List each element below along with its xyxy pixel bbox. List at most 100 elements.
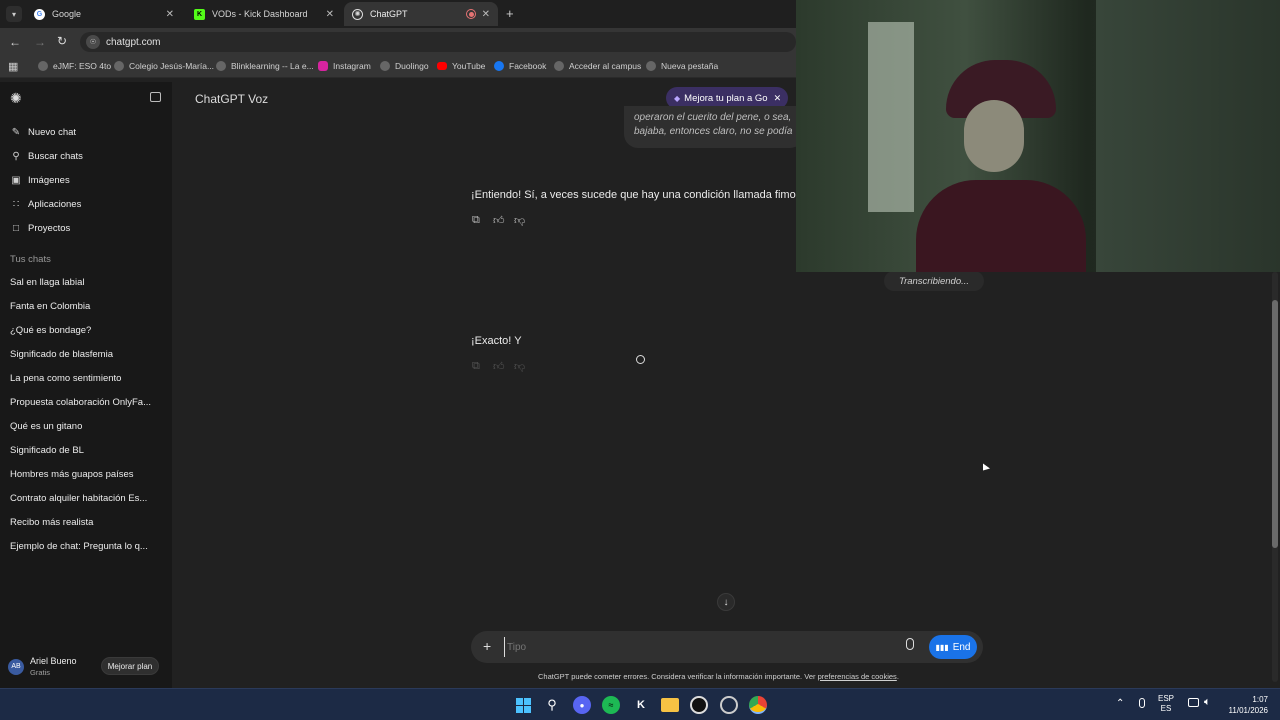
thumbs-up-icon[interactable]: 👍︎ [493,360,505,373]
waveform-icon: ▮▮▮ [935,642,949,652]
bookmark-new-tab[interactable]: Nueva pestaña [646,61,718,71]
recording-icon [466,9,476,19]
chatgpt-logo-icon[interactable]: ✺ [10,90,22,107]
clock[interactable]: 1:07 11/01/2026 [1222,694,1268,716]
windows-start-icon[interactable] [514,696,532,714]
tab-kick[interactable]: K VODs - Kick Dashboard ✕ [186,2,342,26]
spotify-icon[interactable]: ≈ [602,696,620,714]
bookmark-blinklearning[interactable]: Blinklearning -- La e... [216,61,314,71]
close-tab-icon[interactable]: ✕ [166,9,174,20]
chat-item[interactable]: Recibo más realista [10,517,93,528]
tab-title: VODs - Kick Dashboard [212,9,308,19]
close-tab-icon[interactable]: ✕ [326,9,334,20]
scrollbar-track[interactable] [1272,272,1278,682]
bookmark-duolingo[interactable]: Duolingo [380,61,429,71]
thumbs-down-icon[interactable]: 👎︎ [514,360,525,373]
site-info-icon[interactable]: ☉ [86,35,100,49]
microphone-tray-icon[interactable] [1139,698,1145,708]
tab-title: ChatGPT [370,9,408,19]
google-icon: G [34,8,45,20]
tab-google[interactable]: G Google ✕ [26,2,182,26]
bookmark-youtube[interactable]: YouTube [437,61,485,71]
tab-search-menu-icon[interactable]: ▾ [6,6,22,22]
user-message-line: operaron el cuerito del pene, o sea, [634,112,792,123]
assistant-message: ¡Entiendo! Sí, a veces sucede que hay un… [471,189,821,201]
chat-item[interactable]: La pena como sentimiento [10,373,121,384]
toggle-sidebar-icon[interactable] [150,92,161,102]
scrollbar-thumb[interactable] [1272,300,1278,548]
person-silhouette [916,60,1086,272]
chat-item[interactable]: Sal en llaga labial [10,277,84,288]
apps-grid-icon[interactable]: ▦ [8,60,18,73]
globe-icon [38,61,48,71]
sidebar-item-projects[interactable]: □ Proyectos [10,223,70,234]
search-icon: ⚲ [12,151,20,162]
copy-icon[interactable]: ⧉ [472,214,480,227]
chrome-icon[interactable] [749,696,767,714]
copy-icon[interactable]: ⧉ [472,360,480,373]
url-text: chatgpt.com [106,36,161,48]
body [916,180,1086,272]
chat-item[interactable]: Propuesta colaboración OnlyFa... [10,397,151,408]
recording-app-icon[interactable] [720,696,738,714]
volume-icon[interactable]: 🔈︎ [1204,696,1211,709]
search-icon[interactable]: ⚲ [543,696,561,714]
file-explorer-icon[interactable] [661,698,679,712]
forward-icon[interactable]: → [34,35,46,49]
message-input[interactable] [504,637,884,657]
user-message-line: bajaba, entonces claro, no se podía [634,126,793,137]
chat-item[interactable]: Hombres más guapos países [10,469,134,480]
reload-icon[interactable]: ↻ [57,34,67,48]
bookmark-ejmf[interactable]: eJMF: ESO 4to [38,61,111,71]
chat-item[interactable]: Significado de BL [10,445,84,456]
bookmark-colegio[interactable]: Colegio Jesús-María... [114,61,214,71]
globe-icon [646,61,656,71]
thumbs-down-icon[interactable]: 👎︎ [514,214,525,227]
microphone-icon[interactable] [906,638,914,650]
discord-icon[interactable]: ● [573,696,591,714]
kick-app-icon[interactable]: K [632,696,650,714]
tab-chatgpt[interactable]: ✺ ChatGPT ✕ [344,2,498,26]
sidebar-item-images[interactable]: ▣ Imágenes [10,175,69,186]
composer: + ▮▮▮ End [471,631,983,663]
bookmark-facebook[interactable]: Facebook [494,61,546,71]
sparkle-icon: ◆ [674,93,681,103]
language-indicator[interactable]: ESP ES [1158,694,1174,714]
chat-item[interactable]: Contrato alquiler habitación Es... [10,493,147,504]
close-tab-icon[interactable]: ✕ [482,9,490,20]
folder-icon: □ [12,223,20,234]
add-attachment-icon[interactable]: + [483,638,491,654]
chat-item[interactable]: Fanta en Colombia [10,301,90,312]
obs-icon[interactable] [690,696,708,714]
back-icon[interactable]: ← [9,35,21,49]
edit-icon: ✎ [11,127,21,138]
sidebar-item-new-chat[interactable]: ✎ Nuevo chat [10,127,76,138]
sidebar-item-apps[interactable]: ∷ Aplicaciones [10,199,82,210]
chat-item[interactable]: Significado de blasfemia [10,349,113,360]
chat-item[interactable]: Qué es un gitano [10,421,82,432]
cookie-preferences-link[interactable]: preferencias de cookies [818,672,897,681]
sidebar-item-search[interactable]: ⚲ Buscar chats [10,151,83,162]
assistant-message: ¡Exacto! Y [471,335,522,347]
new-tab-button[interactable]: + [506,6,514,21]
upgrade-plan-button[interactable]: Mejorar plan [101,657,159,675]
cabinet [1096,0,1280,272]
network-icon[interactable] [1188,698,1199,707]
chatgpt-icon: ✺ [352,8,363,20]
url-field[interactable]: ☉ chatgpt.com [80,32,796,52]
scroll-down-button[interactable]: ↓ [717,593,735,611]
chat-item[interactable]: ¿Qué es bondage? [10,325,91,336]
bookmark-campus[interactable]: Acceder al campus [554,61,641,71]
bookmark-instagram[interactable]: Instagram [318,61,371,71]
webcam-overlay [796,0,1280,272]
kick-icon: K [194,8,205,20]
user-profile[interactable]: AB Ariel Bueno Gratis [8,656,77,677]
chat-item[interactable]: Ejemplo de chat: Pregunta lo q... [10,541,148,552]
thumbs-up-icon[interactable]: 👍︎ [493,214,505,227]
show-hidden-icons-icon[interactable]: ⌃ [1116,698,1124,709]
taskbar: ⚲ ● ≈ K ⌃ ESP ES 🔈︎ 1:07 11/01/2026 [0,688,1280,720]
close-icon[interactable]: ✕ [774,93,782,104]
end-voice-button[interactable]: ▮▮▮ End [929,635,977,659]
youtube-icon [437,62,447,70]
globe-icon [380,61,390,71]
